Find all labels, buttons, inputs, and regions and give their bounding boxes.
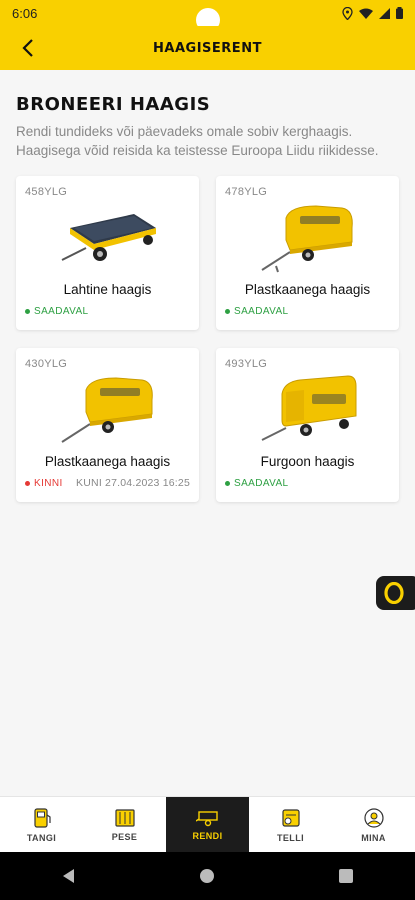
trailer-icon [195,810,218,826]
plate-number: 493YLG [225,358,268,370]
availability-status: SAADAVAL [225,306,289,317]
fuel-pump-icon [33,807,51,828]
trailer-name: Plastkaanega haagis [244,282,371,297]
status-label: SAADAVAL [234,306,289,317]
status-label: SAADAVAL [34,306,89,317]
main-content: BRONEERI HAAGIS Rendi tundideks või päev… [0,70,415,796]
trailer-card[interactable]: 458YLG Lahtine haagis SAADAVAL [16,176,199,330]
status-label: KINNI [34,478,63,489]
status-dot [25,309,30,314]
plate-number: 430YLG [25,358,68,370]
availability-status: SAADAVAL [225,478,289,489]
nav-label: TELLI [277,832,304,843]
system-navigation-bar [0,852,415,900]
status-bar: 6:06 [0,0,415,32]
wifi-icon [359,8,373,19]
van-trailer-image [261,375,357,441]
nav-tab-mina[interactable]: MINA [332,797,415,852]
status-dot [225,309,230,314]
app-bar: HAAGISERENT [0,26,415,70]
car-wash-icon [114,808,135,827]
nav-tab-tangi[interactable]: TANGI [0,797,83,852]
trailer-name: Lahtine haagis [63,282,152,297]
trailer-card[interactable]: 478YLG Plastkaanega haagis SAADAVAL [216,176,399,330]
location-icon [342,6,353,20]
nav-label: PESE [111,831,138,842]
plate-number: 458YLG [25,186,68,198]
order-icon [281,808,300,827]
trailer-name: Furgoon haagis [260,454,355,469]
status-label: SAADAVAL [234,478,289,489]
trailer-name: Plastkaanega haagis [44,454,171,469]
page-title: HAAGISERENT [153,40,262,56]
back-arrow-icon [22,39,33,57]
status-dot [225,481,230,486]
nav-label: MINA [361,832,386,843]
availability-status: KINNI [25,478,63,489]
trailer-card[interactable]: 430YLG Plastkaanega haagis KINNI KUNI 27… [16,348,199,502]
profile-icon [363,807,384,828]
nav-tab-telli[interactable]: TELLI [249,797,332,852]
signal-icon [379,7,390,19]
section-description: Rendi tundideks või päevadeks omale sobi… [16,124,379,158]
brand-logo-icon [384,582,404,604]
back-button[interactable] [14,34,42,62]
plate-number: 478YLG [225,186,268,198]
system-recents-icon[interactable] [338,868,354,884]
nav-label: RENDI [192,830,223,841]
trailer-card[interactable]: 493YLG Furgoon haagis SAADAVAL [216,348,399,502]
open-trailer-image [61,214,156,261]
floating-assistant-button[interactable] [376,576,415,610]
bottom-navigation: TANGI PESE RENDI TELLI MINA [0,796,415,852]
booked-until: KUNI 27.04.2023 16:25 [76,477,190,489]
covered-trailer-image [261,205,353,273]
battery-icon [396,7,403,19]
status-dot [25,481,30,486]
nav-tab-pese[interactable]: PESE [83,797,166,852]
system-back-icon[interactable] [61,868,77,884]
section-heading: BRONEERI HAAGIS [16,94,211,115]
availability-status: SAADAVAL [25,306,89,317]
system-home-icon[interactable] [199,868,215,884]
nav-tab-rendi[interactable]: RENDI [166,797,249,852]
covered-trailer-image [61,377,153,443]
status-icons [342,6,403,20]
clock: 6:06 [12,5,38,21]
nav-label: TANGI [26,832,57,843]
